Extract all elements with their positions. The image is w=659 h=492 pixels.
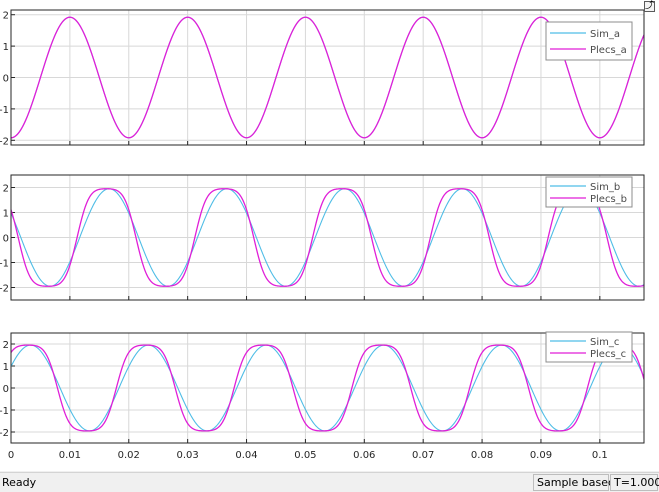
legend: Sim_a Plecs_a bbox=[545, 21, 633, 61]
legend: Sim_bPlecs_b bbox=[545, 176, 633, 208]
x-tick-label: 0.07 bbox=[412, 450, 434, 461]
x-tick-label: 0.09 bbox=[530, 450, 552, 461]
legend-label: Plecs_a bbox=[590, 45, 627, 56]
scope-panel-1: -2 -1 0 1 2 Sim_a Plecs_a bbox=[0, 9, 645, 147]
y-tick-label: -1 bbox=[0, 259, 9, 270]
x-tick-label: 0.08 bbox=[471, 450, 493, 461]
y-tick-label: 0 bbox=[3, 384, 9, 395]
y-tick-label: -1 bbox=[0, 406, 9, 417]
y-tick-label: 2 bbox=[3, 11, 9, 22]
y-tick-label: 0 bbox=[3, 74, 9, 85]
y-tick-label: -2 bbox=[0, 284, 9, 295]
status-bar: Ready Sample based T=1.000 bbox=[0, 472, 659, 492]
legend-label: Plecs_b bbox=[590, 194, 627, 205]
x-tick-label: 0.01 bbox=[59, 450, 81, 461]
status-text: Ready bbox=[2, 476, 37, 489]
x-tick-label: 0.04 bbox=[235, 450, 257, 461]
simulation-time-indicator: T=1.000 bbox=[610, 474, 659, 491]
y-tick-label: 1 bbox=[3, 42, 9, 53]
legend-label: Sim_c bbox=[590, 337, 619, 348]
legend-label: Sim_b bbox=[590, 182, 620, 193]
legend: Sim_cPlecs_c bbox=[545, 331, 633, 363]
scope-panel-2: -2 -1 0 1 2 Sim_bPlecs_b bbox=[0, 174, 645, 301]
x-tick-label: 0.02 bbox=[118, 450, 140, 461]
y-tick-label: -2 bbox=[0, 428, 9, 439]
y-tick-label: 2 bbox=[3, 184, 9, 195]
legend-label: Sim_a bbox=[590, 29, 620, 40]
scope-panel-3: -2 -1 0 1 2 Sim_cPlecs_c 0 0.01 0.02 0.03 0.04 0.05… bbox=[0, 331, 645, 461]
legend-label: Plecs_c bbox=[590, 349, 626, 360]
x-tick-label: 0.06 bbox=[353, 450, 375, 461]
y-tick-label: -1 bbox=[0, 105, 9, 116]
undock-icon[interactable]: ⤴ bbox=[644, 1, 655, 12]
y-tick-label: 2 bbox=[3, 340, 9, 351]
y-tick-label: 0 bbox=[3, 234, 9, 245]
scope-plot-area[interactable]: -2 -1 0 1 2 Sim_a Plecs_a -2 -1 0 1 2 Sim_b Plecs_b -2… bbox=[0, 0, 659, 471]
x-tick-label: 0.05 bbox=[294, 450, 316, 461]
x-tick-label: 0.03 bbox=[177, 450, 199, 461]
scope-plots[interactable]: -2-1012Sim_aPlecs_a-2-1012 Sim_bPlecs_b-2… bbox=[0, 0, 659, 471]
x-tick-label: 0 bbox=[8, 450, 14, 461]
sample-mode-indicator: Sample based bbox=[533, 474, 615, 491]
x-tick-label: 0.1 bbox=[592, 450, 608, 461]
y-tick-label: -2 bbox=[0, 136, 9, 147]
y-tick-label: 1 bbox=[3, 362, 9, 373]
y-tick-label: 1 bbox=[3, 209, 9, 220]
